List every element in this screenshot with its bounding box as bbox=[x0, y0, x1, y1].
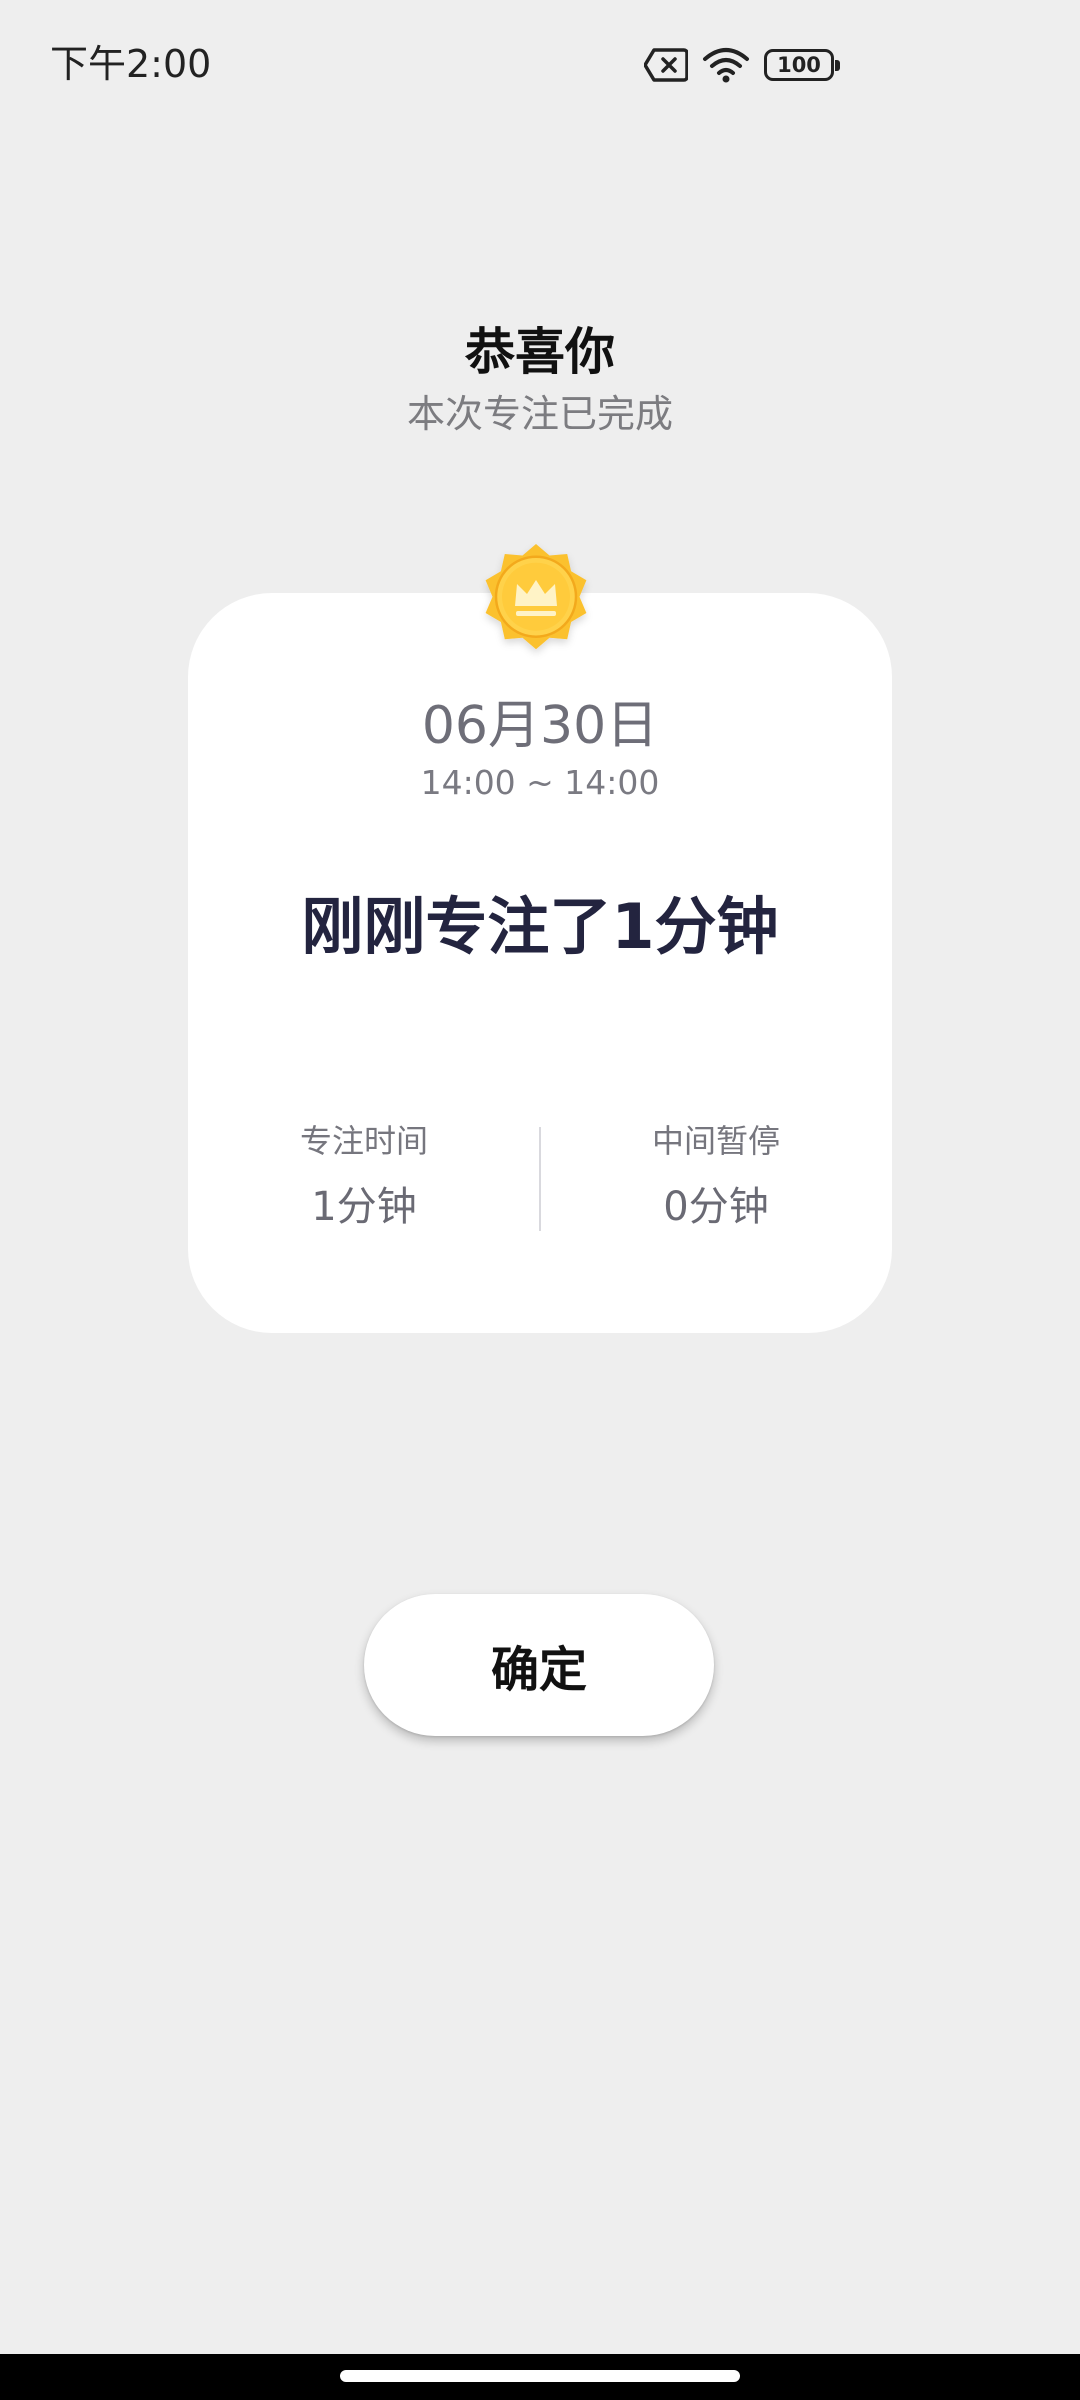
stat-focus-time: 专注时间 1分钟 bbox=[188, 1119, 540, 1235]
completion-heading: 恭喜你 本次专注已完成 bbox=[0, 316, 1080, 440]
sim-missing-icon bbox=[644, 48, 688, 82]
home-gesture-handle[interactable] bbox=[340, 2370, 740, 2382]
stat-label: 中间暂停 bbox=[651, 1122, 780, 1160]
stat-pause-time: 中间暂停 0分钟 bbox=[540, 1119, 892, 1235]
focus-summary-card: 06月30日 14:00 ~ 14:00 刚刚专注了1分钟 专注时间 1分钟 中… bbox=[188, 593, 892, 1333]
page-title: 恭喜你 bbox=[465, 323, 615, 381]
session-date: 06月30日 bbox=[421, 696, 659, 756]
crown-badge bbox=[461, 522, 611, 672]
wifi-icon bbox=[702, 47, 750, 83]
stat-value: 1分钟 bbox=[311, 1184, 417, 1230]
crown-icon bbox=[485, 544, 587, 650]
page-subtitle: 本次专注已完成 bbox=[406, 392, 673, 436]
status-bar: 下午2:00 100 bbox=[0, 0, 1080, 128]
status-icons: 100 bbox=[644, 40, 840, 90]
battery-level: 100 bbox=[777, 53, 821, 77]
confirm-button[interactable]: 确定 bbox=[364, 1594, 714, 1736]
stat-value: 0分钟 bbox=[663, 1184, 769, 1230]
navigation-bar bbox=[0, 2354, 1080, 2400]
status-time: 下午2:00 bbox=[50, 42, 212, 86]
session-time-range: 14:00 ~ 14:00 bbox=[420, 763, 660, 802]
battery-icon: 100 bbox=[764, 49, 840, 81]
stat-label: 专注时间 bbox=[299, 1122, 428, 1160]
focus-summary-headline: 刚刚专注了1分钟 bbox=[301, 890, 779, 963]
